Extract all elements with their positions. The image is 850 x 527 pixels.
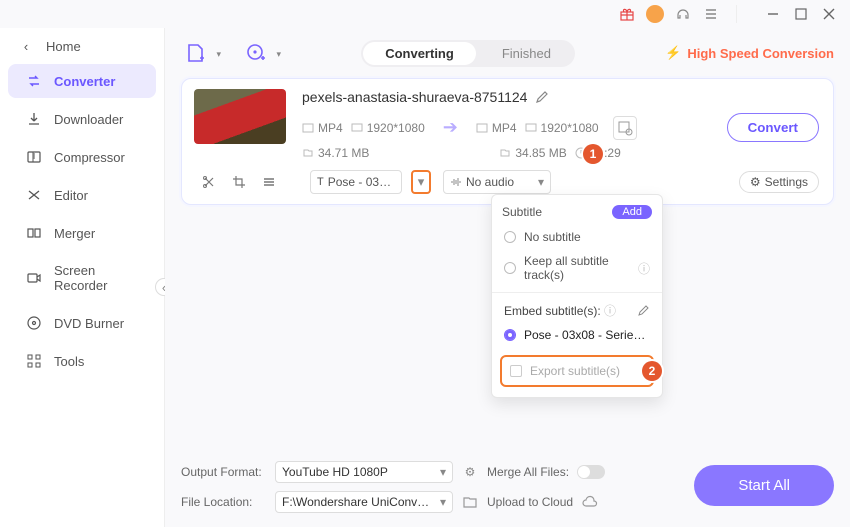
convert-button[interactable]: Convert (727, 113, 819, 142)
sidebar-item-downloader[interactable]: Downloader (8, 102, 156, 136)
window-maximize[interactable] (792, 5, 810, 23)
sidebar-label: Tools (54, 354, 84, 369)
help-icon[interactable]: ⓘ (638, 260, 650, 277)
chevron-left-icon: ‹ (18, 38, 34, 54)
subtitle-option-selected[interactable]: Pose - 03x08 - Series Finale ... (492, 323, 662, 347)
merge-files-toggle[interactable] (577, 465, 605, 479)
add-subtitle-button[interactable]: Add (612, 205, 652, 219)
task-title: pexels-anastasia-shuraeva-8751124 (302, 89, 527, 105)
record-icon (26, 270, 42, 286)
export-subtitle-label: Export subtitle(s) (530, 364, 620, 378)
avatar[interactable] (646, 5, 664, 23)
output-resolution: 1920*1080 (525, 121, 599, 135)
tabs: Converting Finished (361, 40, 575, 67)
upload-cloud-label: Upload to Cloud (487, 495, 573, 509)
subtitle-option-keep-all[interactable]: Keep all subtitle track(s)ⓘ (492, 249, 662, 287)
sidebar-label: Converter (54, 74, 115, 89)
window-titlebar (0, 0, 850, 28)
start-all-button[interactable]: Start All (694, 465, 834, 506)
sidebar-label: Screen Recorder (54, 263, 138, 293)
input-size: 34.71 MB (302, 146, 369, 160)
trim-icon[interactable] (200, 173, 218, 191)
lightning-icon: ⚡ (665, 45, 681, 61)
merger-icon (26, 225, 42, 241)
add-dvd-button[interactable] (241, 38, 271, 68)
merge-files-label: Merge All Files: (487, 465, 569, 479)
sidebar-item-merger[interactable]: Merger (8, 216, 156, 250)
download-icon (26, 111, 42, 127)
converter-icon (26, 73, 42, 89)
compressor-icon (26, 149, 42, 165)
subtitle-popup: Subtitle Add No subtitle Keep all subtit… (491, 194, 663, 398)
settings-button[interactable]: ⚙ Settings (739, 171, 819, 193)
sidebar-item-tools[interactable]: Tools (8, 344, 156, 378)
callout-badge-2: 2 (642, 361, 662, 381)
sidebar-label: Downloader (54, 112, 123, 127)
output-settings-icon[interactable] (613, 116, 637, 140)
file-location-select[interactable]: F:\Wondershare UniConverter 1▾ (275, 491, 453, 513)
cloud-icon[interactable] (581, 493, 599, 511)
gift-icon[interactable] (618, 5, 636, 23)
export-subtitles-option[interactable]: Export subtitle(s) 2 (500, 355, 654, 387)
output-format: MP4 (476, 121, 517, 135)
subtitle-popup-title: Subtitle (502, 205, 542, 219)
task-card: pexels-anastasia-shuraeva-8751124 MP4 19… (181, 78, 834, 205)
sidebar-item-dvd-burner[interactable]: DVD Burner (8, 306, 156, 340)
dvd-icon (26, 315, 42, 331)
tab-finished[interactable]: Finished (480, 42, 573, 65)
gear-icon: ⚙ (750, 175, 761, 189)
video-thumbnail[interactable] (194, 89, 286, 144)
audio-icon (450, 176, 462, 188)
editor-icon (26, 187, 42, 203)
crop-icon[interactable] (230, 173, 248, 191)
window-minimize[interactable] (764, 5, 782, 23)
high-speed-label: High Speed Conversion (687, 46, 834, 61)
subtitle-dropdown-caret[interactable]: ▾ (411, 170, 431, 194)
sidebar-label: Merger (54, 226, 95, 241)
window-close[interactable] (820, 5, 838, 23)
nav-home-label: Home (46, 39, 81, 54)
menu-icon[interactable] (702, 5, 720, 23)
export-checkbox[interactable] (510, 365, 522, 377)
effect-icon[interactable] (260, 173, 278, 191)
nav-home[interactable]: ‹ Home (0, 30, 164, 62)
sidebar-item-converter[interactable]: Converter (8, 64, 156, 98)
output-format-label: Output Format: (181, 465, 267, 479)
high-speed-conversion-button[interactable]: ⚡ High Speed Conversion (665, 45, 834, 61)
open-folder-icon[interactable] (461, 493, 479, 511)
callout-badge-1: 1 (583, 144, 603, 164)
add-file-button[interactable] (181, 38, 211, 68)
sidebar-label: DVD Burner (54, 316, 124, 331)
subtitle-option-none[interactable]: No subtitle (492, 225, 662, 249)
main-panel: Converting Finished ⚡ High Speed Convers… (165, 28, 850, 527)
embed-subtitle-label: Embed subtitle(s): (504, 304, 601, 318)
output-format-settings-icon[interactable]: ⚙ (461, 463, 479, 481)
help-icon[interactable]: ⓘ (604, 304, 616, 318)
headset-icon[interactable] (674, 5, 692, 23)
sidebar-label: Editor (54, 188, 88, 203)
tools-icon (26, 353, 42, 369)
edit-title-icon[interactable] (535, 90, 549, 104)
footer-bar: Output Format: YouTube HD 1080P▾ ⚙ Merge… (165, 453, 850, 527)
sidebar-item-editor[interactable]: Editor (8, 178, 156, 212)
edit-subtitle-icon[interactable] (637, 304, 650, 317)
sidebar-item-compressor[interactable]: Compressor (8, 140, 156, 174)
sidebar-item-screen-recorder[interactable]: Screen Recorder (8, 254, 156, 302)
sidebar-label: Compressor (54, 150, 125, 165)
tab-converting[interactable]: Converting (363, 42, 476, 65)
file-location-label: File Location: (181, 495, 267, 509)
arrow-icon: ➔ (443, 117, 458, 138)
subtitle-select[interactable]: TPose - 03x08 - ... (310, 170, 402, 194)
sidebar: ‹ Home Converter Downloader Compressor E… (0, 28, 165, 527)
input-format: MP4 (302, 121, 343, 135)
output-size: 34.85 MB (499, 146, 566, 160)
audio-select[interactable]: No audio▾ (443, 170, 551, 194)
output-format-select[interactable]: YouTube HD 1080P▾ (275, 461, 453, 483)
input-resolution: 1920*1080 (351, 121, 425, 135)
